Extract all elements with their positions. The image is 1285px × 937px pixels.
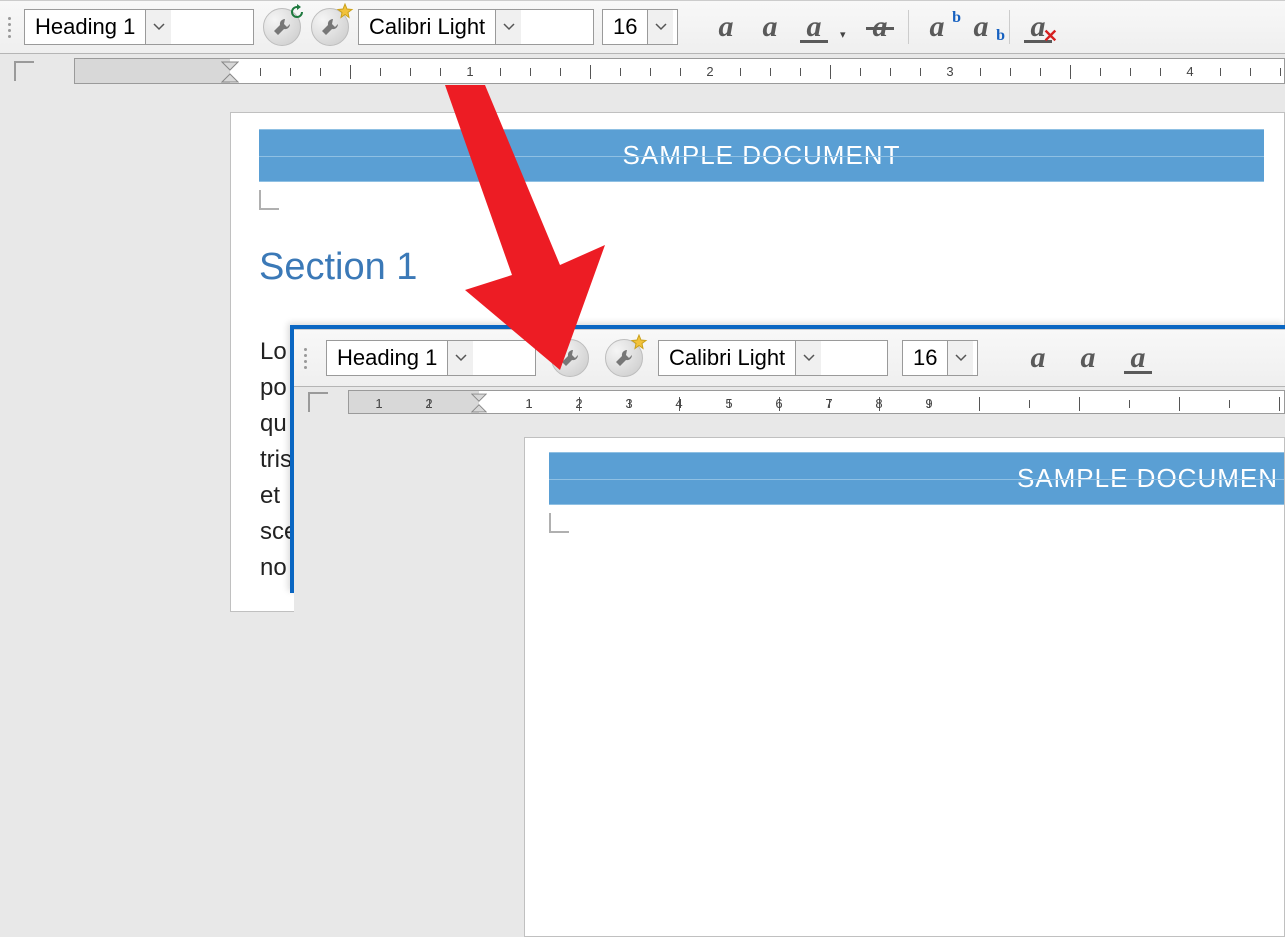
ruler-corner-icon [14,61,34,81]
font-name-select[interactable]: Calibri Light [358,9,594,45]
margin-corner-icon [549,513,569,533]
chevron-down-icon[interactable] [795,341,821,375]
font-name-value: Calibri Light [659,345,795,371]
paragraph-style-value: Heading 1 [327,345,447,371]
document-page[interactable]: SAMPLE DOCUMEN [524,437,1285,937]
chevron-down-icon[interactable] [947,341,973,375]
new-style-button[interactable] [604,338,644,378]
update-style-button[interactable] [550,338,590,378]
underline-button[interactable]: a [796,7,832,47]
paragraph-style-value: Heading 1 [25,14,145,40]
document-area: SAMPLE DOCUMEN [294,417,1285,937]
strikethrough-button[interactable]: a [862,7,898,47]
toolbar-grip[interactable] [304,340,312,376]
font-size-value: 16 [903,345,947,371]
separator [1009,10,1010,44]
separator [908,10,909,44]
star-badge-icon [336,3,354,21]
indent-marker-icon[interactable] [221,61,239,83]
ruler-row: 12345 [0,54,1285,88]
chevron-down-icon[interactable] [647,10,673,44]
document-title-text: SAMPLE DOCUMENT [623,140,901,170]
font-name-select[interactable]: Calibri Light [658,340,888,376]
horizontal-ruler[interactable]: 12345 [74,58,1285,84]
ruler-corner-icon [308,392,328,412]
italic-button[interactable]: a [1070,338,1106,378]
horizontal-ruler[interactable]: 21123456789 [348,390,1285,414]
star-badge-icon [630,334,648,352]
superscript-button[interactable]: ab [919,7,955,47]
underline-button[interactable]: a [1120,338,1156,378]
toolbar-grip[interactable] [8,9,16,45]
secondary-window: Heading 1 Calibri Light 16 [290,325,1285,593]
paragraph-style-select[interactable]: Heading 1 [24,9,254,45]
margin-corner-icon [259,190,279,210]
new-style-button[interactable] [310,7,350,47]
font-name-value: Calibri Light [359,14,495,40]
chevron-down-icon[interactable] [447,341,473,375]
font-size-value: 16 [603,14,647,40]
chevron-down-icon[interactable] [495,10,521,44]
paragraph-style-select[interactable]: Heading 1 [326,340,536,376]
underline-dropdown[interactable]: ▾ [840,28,854,41]
subscript-button[interactable]: ab [963,7,999,47]
section-heading: Section 1 [259,246,1264,289]
font-size-select[interactable]: 16 [902,340,978,376]
indent-marker-icon[interactable] [471,393,487,413]
refresh-badge-icon [288,3,306,21]
update-style-button[interactable] [262,7,302,47]
bold-button[interactable]: a [1020,338,1056,378]
bold-button[interactable]: a [708,7,744,47]
formatting-toolbar: Heading 1 Calibri Light [0,0,1285,54]
document-title-text: SAMPLE DOCUMEN [1017,463,1278,493]
document-title-bar: SAMPLE DOCUMEN [549,452,1284,505]
chevron-down-icon[interactable] [145,10,171,44]
italic-button[interactable]: a [752,7,788,47]
wrench-icon [551,339,589,377]
font-size-select[interactable]: 16 [602,9,678,45]
clear-formatting-button[interactable]: a✕ [1020,7,1056,47]
ruler-row: 21123456789 [294,387,1285,417]
formatting-toolbar: Heading 1 Calibri Light 16 [294,329,1285,387]
document-title-bar: SAMPLE DOCUMENT [259,129,1264,182]
